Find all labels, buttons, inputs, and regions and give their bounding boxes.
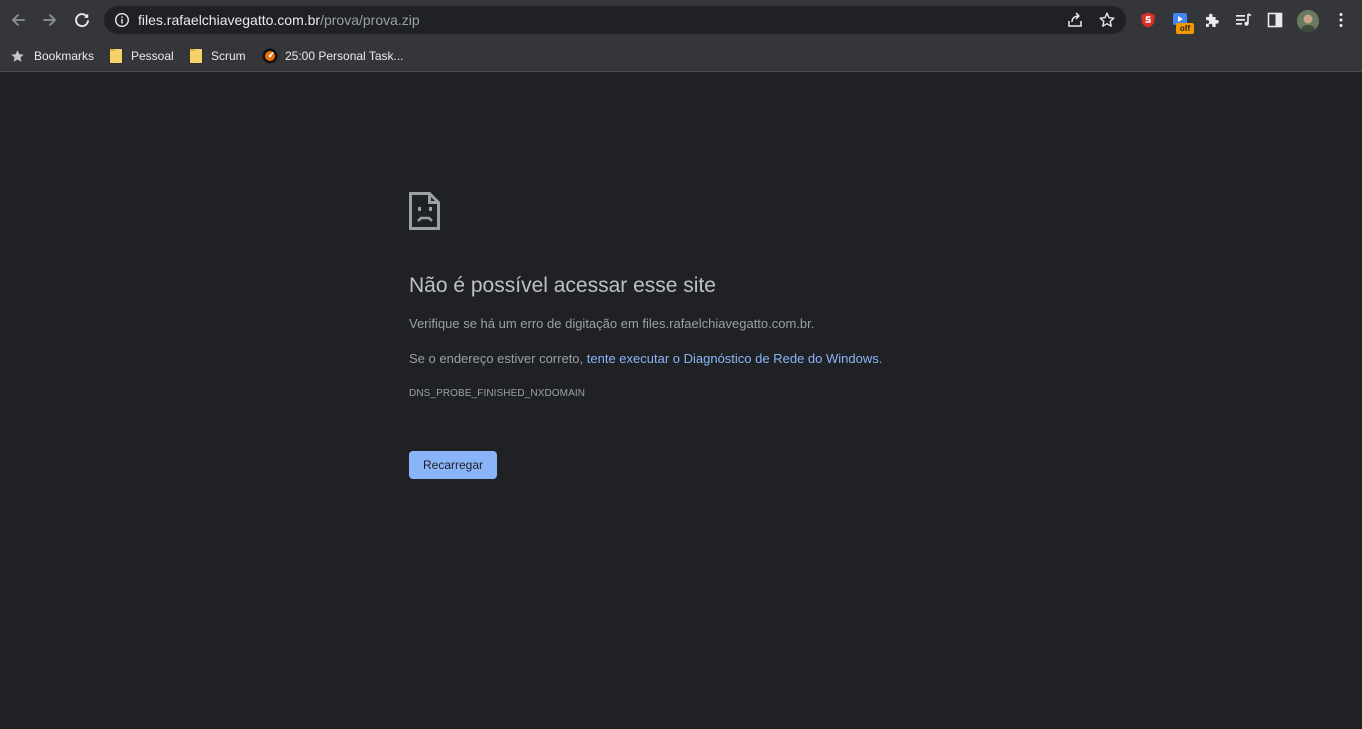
error-suggestion: Se o endereço estiver correto, tente exe… — [409, 350, 882, 368]
share-icon[interactable] — [1066, 11, 1084, 29]
suggestion-text: Se o endereço estiver correto, — [409, 351, 587, 366]
bookmark-folder-pessoal[interactable]: Pessoal — [110, 45, 174, 67]
reload-page-button[interactable]: Recarregar — [409, 451, 497, 479]
shield-icon — [1141, 12, 1155, 28]
network-diagnostics-link[interactable]: tente executar o Diagnóstico de Rede do … — [587, 351, 879, 366]
info-icon[interactable] — [114, 12, 130, 28]
side-panel-icon — [1267, 12, 1283, 28]
bookmark-folder-scrum[interactable]: Scrum — [190, 45, 246, 67]
star-icon[interactable] — [1098, 11, 1116, 29]
suggestion-period: . — [878, 351, 883, 366]
menu-button[interactable] — [1331, 10, 1351, 30]
bookmark-label: Bookmarks — [34, 49, 95, 63]
error-code: DNS_PROBE_FINISHED_NXDOMAIN — [409, 388, 586, 399]
arrow-right-icon — [43, 14, 56, 26]
error-typo-hint: Verifique se há um erro de digitação em … — [409, 316, 815, 331]
url-text[interactable]: files.rafaelchiavegatto.com.br/prova/pro… — [138, 11, 420, 29]
back-button[interactable] — [4, 6, 32, 34]
url-host: files.rafaelchiavegatto.com.br — [138, 12, 321, 28]
folder-icon — [110, 49, 122, 63]
url-path: /prova/prova.zip — [320, 12, 420, 28]
avatar-icon — [1297, 10, 1319, 32]
bookmark-label: 25:00 Personal Task... — [285, 49, 404, 63]
profile-avatar[interactable] — [1297, 10, 1319, 32]
bookmark-label: Scrum — [211, 49, 246, 63]
reading-list-icon — [1236, 13, 1252, 26]
browser-toolbar: files.rafaelchiavegatto.com.br/prova/pro… — [0, 0, 1362, 40]
bookmark-bookmarks[interactable]: Bookmarks — [10, 45, 94, 67]
star-icon — [10, 49, 25, 64]
side-panel-button[interactable] — [1265, 10, 1285, 30]
bookmarks-bar: Bookmarks Pessoal Scrum 25:00 Personal T… — [0, 40, 1362, 72]
shield-extension-button[interactable] — [1138, 10, 1158, 30]
reload-icon — [75, 13, 89, 28]
address-bar[interactable]: files.rafaelchiavegatto.com.br/prova/pro… — [104, 6, 1126, 34]
kebab-menu-icon — [1339, 13, 1343, 27]
bookmark-label: Pessoal — [131, 49, 174, 63]
extension-off-badge: off — [1176, 23, 1194, 34]
sad-document-icon — [409, 192, 440, 230]
bookmark-personal-task[interactable]: 25:00 Personal Task... — [262, 45, 404, 67]
forward-button[interactable] — [36, 6, 64, 34]
error-title: Não é possível acessar esse site — [409, 274, 716, 297]
timer-icon — [262, 48, 278, 64]
arrow-left-icon — [12, 14, 25, 26]
extensions-button[interactable] — [1202, 10, 1222, 30]
reload-button[interactable] — [68, 6, 96, 34]
reading-list-button[interactable] — [1233, 10, 1253, 30]
folder-icon — [190, 49, 202, 63]
puzzle-icon — [1206, 13, 1219, 27]
